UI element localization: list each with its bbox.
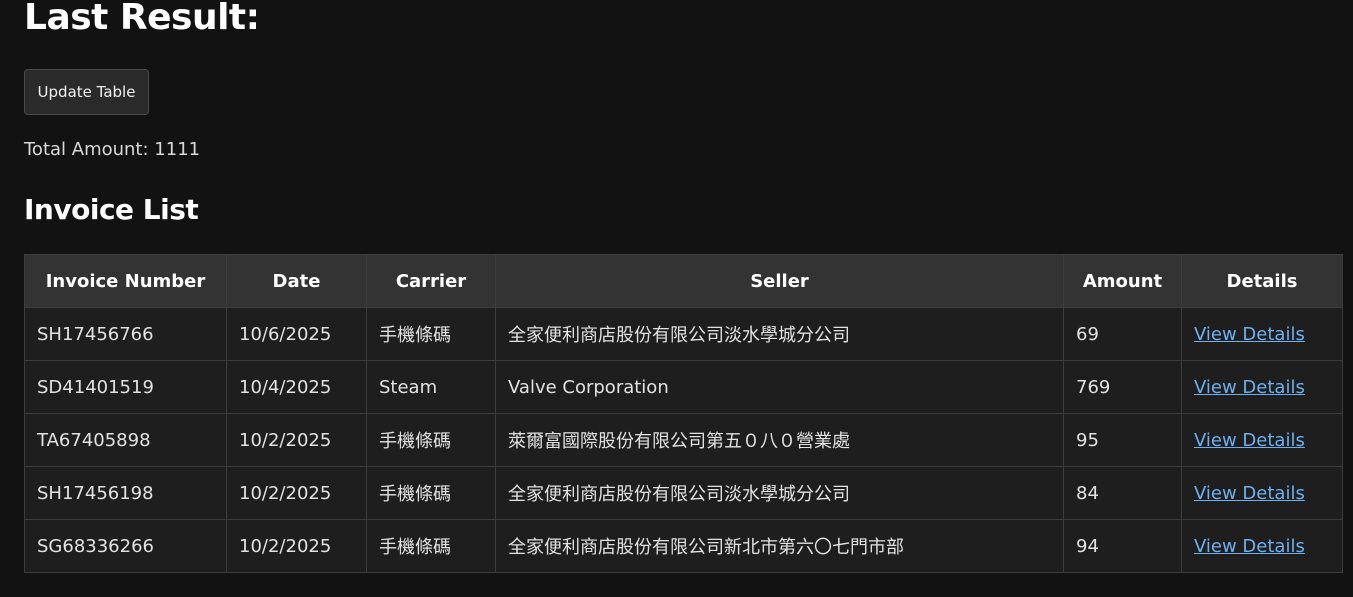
invoice-list-title: Invoice List: [24, 193, 199, 226]
table-row: TA67405898 10/2/2025 手機條碼 萊爾富國際股份有限公司第五０…: [24, 413, 1343, 467]
carrier-cell: 手機條碼: [366, 466, 496, 520]
seller-cell: Valve Corporation: [495, 360, 1064, 414]
date-cell: 10/2/2025: [226, 466, 367, 520]
header-date: Date: [226, 254, 367, 308]
details-cell: View Details: [1181, 307, 1343, 361]
invoice-number-cell: SH17456198: [24, 466, 227, 520]
details-cell: View Details: [1181, 360, 1343, 414]
seller-cell: 全家便利商店股份有限公司新北市第六〇七門市部: [495, 519, 1064, 573]
view-details-link[interactable]: View Details: [1194, 483, 1305, 504]
details-cell: View Details: [1181, 466, 1343, 520]
date-cell: 10/4/2025: [226, 360, 367, 414]
total-amount-value: 1111: [154, 139, 201, 160]
update-table-button[interactable]: Update Table: [24, 69, 149, 115]
amount-cell: 769: [1063, 360, 1182, 414]
view-details-link[interactable]: View Details: [1194, 377, 1305, 398]
date-cell: 10/2/2025: [226, 413, 367, 467]
total-amount: Total Amount: 1111: [24, 138, 200, 162]
header-seller: Seller: [495, 254, 1064, 308]
amount-cell: 95: [1063, 413, 1182, 467]
table-row: SH17456198 10/2/2025 手機條碼 全家便利商店股份有限公司淡水…: [24, 466, 1343, 520]
view-details-link[interactable]: View Details: [1194, 324, 1305, 345]
table-row: SG68336266 10/2/2025 手機條碼 全家便利商店股份有限公司新北…: [24, 519, 1343, 573]
seller-cell: 萊爾富國際股份有限公司第五０八０營業處: [495, 413, 1064, 467]
carrier-cell: 手機條碼: [366, 519, 496, 573]
view-details-link[interactable]: View Details: [1194, 536, 1305, 557]
invoice-number-cell: TA67405898: [24, 413, 227, 467]
carrier-cell: Steam: [366, 360, 496, 414]
table-row: SD41401519 10/4/2025 Steam Valve Corpora…: [24, 360, 1343, 414]
seller-cell: 全家便利商店股份有限公司淡水學城分公司: [495, 307, 1064, 361]
page: Last Result: Update Table Total Amount: …: [0, 0, 1353, 597]
header-amount: Amount: [1063, 254, 1182, 308]
date-cell: 10/2/2025: [226, 519, 367, 573]
header-details: Details: [1181, 254, 1343, 308]
invoice-table: Invoice Number Date Carrier Seller Amoun…: [24, 254, 1343, 573]
last-result-title: Last Result:: [24, 0, 260, 38]
date-cell: 10/6/2025: [226, 307, 367, 361]
view-details-link[interactable]: View Details: [1194, 430, 1305, 451]
table-row: SH17456766 10/6/2025 手機條碼 全家便利商店股份有限公司淡水…: [24, 307, 1343, 361]
details-cell: View Details: [1181, 519, 1343, 573]
amount-cell: 84: [1063, 466, 1182, 520]
invoice-number-cell: SG68336266: [24, 519, 227, 573]
carrier-cell: 手機條碼: [366, 307, 496, 361]
seller-cell: 全家便利商店股份有限公司淡水學城分公司: [495, 466, 1064, 520]
header-invoice-number: Invoice Number: [24, 254, 227, 308]
amount-cell: 94: [1063, 519, 1182, 573]
header-carrier: Carrier: [366, 254, 496, 308]
invoice-number-cell: SD41401519: [24, 360, 227, 414]
table-header-row: Invoice Number Date Carrier Seller Amoun…: [24, 254, 1343, 308]
details-cell: View Details: [1181, 413, 1343, 467]
amount-cell: 69: [1063, 307, 1182, 361]
invoice-number-cell: SH17456766: [24, 307, 227, 361]
carrier-cell: 手機條碼: [366, 413, 496, 467]
total-amount-label: Total Amount:: [24, 139, 149, 160]
